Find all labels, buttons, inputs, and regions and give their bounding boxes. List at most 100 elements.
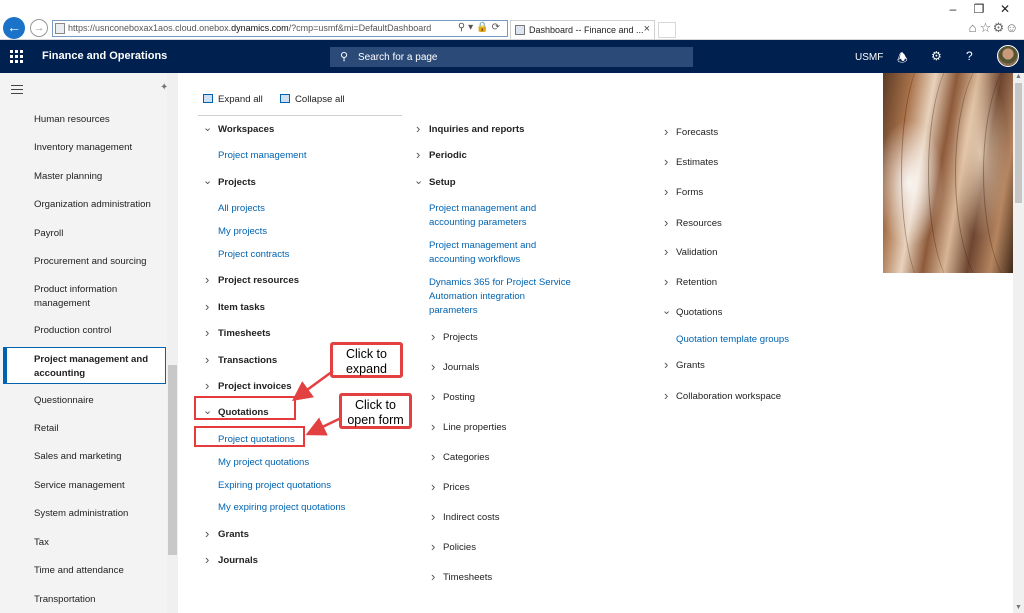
group-setup-policies[interactable]: Policies: [443, 541, 476, 555]
chevron-right-icon[interactable]: [431, 361, 435, 376]
group-periodic[interactable]: Periodic: [429, 149, 467, 163]
chevron-right-icon[interactable]: [431, 571, 435, 586]
group-journals[interactable]: Journals: [218, 554, 258, 568]
chevron-right-icon[interactable]: [205, 354, 209, 369]
sidebar-item-procurement-and-sourcing[interactable]: Procurement and sourcing: [34, 255, 164, 269]
chevron-right-icon[interactable]: [664, 276, 668, 291]
chevron-down-icon[interactable]: [203, 125, 212, 138]
link-quotation-template-groups[interactable]: Quotation template groups: [676, 333, 789, 347]
sidebar-item-system-administration[interactable]: System administration: [34, 507, 164, 521]
sidebar-item-payroll[interactable]: Payroll: [34, 227, 164, 241]
search-input[interactable]: ⚲ Search for a page: [330, 47, 693, 67]
group-setup-journals[interactable]: Journals: [443, 361, 479, 375]
chevron-right-icon[interactable]: [431, 391, 435, 406]
sidebar-item-human-resources[interactable]: Human resources: [34, 113, 164, 127]
link-all-projects[interactable]: All projects: [218, 202, 265, 216]
sidebar-item-sales-and-marketing[interactable]: Sales and marketing: [34, 450, 164, 464]
chevron-down-icon[interactable]: [414, 178, 423, 191]
page-scrollbar[interactable]: ▲ ▼: [1013, 73, 1024, 613]
app-launcher-icon[interactable]: [10, 50, 23, 63]
group-projects[interactable]: Projects: [218, 176, 256, 190]
chevron-right-icon[interactable]: [205, 274, 209, 289]
chevron-right-icon[interactable]: [431, 331, 435, 346]
group-setup-resources[interactable]: Resources: [676, 217, 722, 231]
app-title[interactable]: Finance and Operations: [42, 50, 167, 62]
sidebar-item-master-planning[interactable]: Master planning: [34, 170, 164, 184]
group-project-resources[interactable]: Project resources: [218, 274, 299, 288]
sidebar-item-questionnaire[interactable]: Questionnaire: [34, 394, 164, 408]
chevron-right-icon[interactable]: [664, 246, 668, 261]
group-transactions[interactable]: Transactions: [218, 354, 277, 368]
link-project-contracts[interactable]: Project contracts: [218, 248, 289, 262]
company-picker[interactable]: USMF: [855, 52, 883, 63]
chevron-right-icon[interactable]: [664, 390, 668, 405]
chevron-right-icon[interactable]: [205, 380, 209, 395]
chevron-right-icon[interactable]: [664, 217, 668, 232]
expand-all-button[interactable]: Expand all: [203, 94, 263, 105]
back-arrow-icon[interactable]: ←: [3, 17, 25, 39]
bell-icon[interactable]: 🕭: [897, 49, 908, 70]
chevron-right-icon[interactable]: [205, 327, 209, 342]
chevron-right-icon[interactable]: [664, 186, 668, 201]
chevron-right-icon[interactable]: [205, 528, 209, 543]
chevron-right-icon[interactable]: [416, 123, 420, 138]
sidebar-item-service-management[interactable]: Service management: [34, 479, 164, 493]
link-my-projects[interactable]: My projects: [218, 225, 267, 239]
group-setup-prices[interactable]: Prices: [443, 481, 470, 495]
chevron-down-icon[interactable]: [203, 178, 212, 191]
settings-gear-icon[interactable]: ⚙: [992, 20, 1005, 36]
avatar[interactable]: [997, 45, 1019, 67]
chevron-right-icon[interactable]: [416, 149, 420, 164]
sidebar-item-production-control[interactable]: Production control: [34, 324, 164, 338]
group-setup-timesheets[interactable]: Timesheets: [443, 571, 492, 585]
gear-icon[interactable]: ⚙: [931, 49, 942, 63]
forward-arrow-icon[interactable]: →: [30, 19, 48, 37]
sidebar-scrollbar-thumb[interactable]: [168, 365, 177, 555]
sidebar-item-inventory-management[interactable]: Inventory management: [34, 141, 164, 155]
sidebar-item-tax[interactable]: Tax: [34, 536, 164, 550]
sidebar-item-time-and-attendance[interactable]: Time and attendance: [34, 564, 164, 578]
group-setup-estimates[interactable]: Estimates: [676, 156, 718, 170]
group-inquiries-and-reports[interactable]: Inquiries and reports: [429, 123, 524, 137]
restore-icon[interactable]: ❐: [966, 2, 992, 16]
group-setup-line-properties[interactable]: Line properties: [443, 421, 506, 435]
chevron-right-icon[interactable]: [664, 359, 668, 374]
link-pma-parameters[interactable]: Project management and accounting paramet…: [429, 202, 536, 230]
close-icon[interactable]: ×: [644, 23, 650, 35]
group-item-tasks[interactable]: Item tasks: [218, 301, 265, 315]
chevron-down-icon[interactable]: [662, 308, 671, 321]
link-my-expiring-project-quotations[interactable]: My expiring project quotations: [218, 501, 345, 515]
sidebar-item-project-management-and-accounting[interactable]: Project management and accounting: [34, 353, 156, 381]
chevron-right-icon[interactable]: [431, 421, 435, 436]
chevron-right-icon[interactable]: [431, 541, 435, 556]
group-setup-forecasts[interactable]: Forecasts: [676, 126, 718, 140]
chevron-right-icon[interactable]: [431, 451, 435, 466]
collapse-all-button[interactable]: Collapse all: [280, 94, 345, 105]
chevron-right-icon[interactable]: [664, 156, 668, 171]
page-scrollbar-thumb[interactable]: [1015, 83, 1022, 203]
group-setup-projects[interactable]: Projects: [443, 331, 478, 345]
home-icon[interactable]: ⌂: [966, 20, 979, 35]
group-setup-indirect-costs[interactable]: Indirect costs: [443, 511, 500, 525]
link-project-service-automation-parameters[interactable]: Dynamics 365 for Project Service Automati…: [429, 276, 571, 318]
chevron-right-icon[interactable]: [205, 554, 209, 569]
group-setup-collaboration-workspace[interactable]: Collaboration workspace: [676, 390, 781, 404]
sidebar-item-transportation[interactable]: Transportation: [34, 593, 164, 607]
group-setup-validation[interactable]: Validation: [676, 246, 717, 260]
chevron-right-icon[interactable]: [664, 126, 668, 141]
scroll-up-icon[interactable]: ▲: [1015, 73, 1022, 80]
link-expiring-project-quotations[interactable]: Expiring project quotations: [218, 479, 331, 493]
link-my-project-quotations[interactable]: My project quotations: [218, 456, 309, 470]
group-setup-grants[interactable]: Grants: [676, 359, 705, 373]
sidebar-item-organization-administration[interactable]: Organization administration: [34, 198, 164, 212]
hamburger-menu-icon[interactable]: [11, 85, 23, 97]
link-project-management[interactable]: Project management: [218, 149, 307, 163]
group-grants[interactable]: Grants: [218, 528, 249, 542]
chevron-right-icon[interactable]: [431, 481, 435, 496]
address-controls-icon[interactable]: ⚲▾🔒⟳: [458, 22, 503, 33]
new-tab-button[interactable]: [658, 22, 676, 38]
chevron-right-icon[interactable]: [431, 511, 435, 526]
group-timesheets[interactable]: Timesheets: [218, 327, 271, 341]
chevron-right-icon[interactable]: [205, 301, 209, 316]
group-setup-posting[interactable]: Posting: [443, 391, 475, 405]
